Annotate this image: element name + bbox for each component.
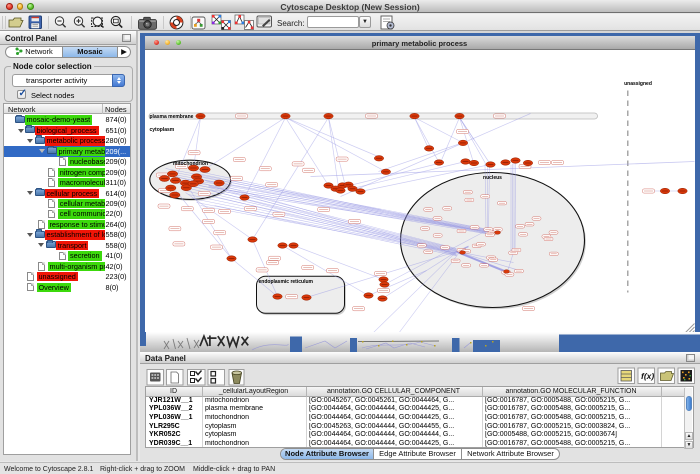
svg-text:mitochondrion: mitochondrion <box>173 161 208 167</box>
svg-text:endoplasmic reticulum: endoplasmic reticulum <box>258 278 313 284</box>
svg-text:cytoplasm: cytoplasm <box>149 127 174 133</box>
svg-text:unassigned: unassigned <box>624 81 652 87</box>
svg-text:plasma membrane: plasma membrane <box>149 114 193 120</box>
svg-text:nucleus: nucleus <box>483 175 502 181</box>
svg-text:f(x): f(x) <box>641 371 654 381</box>
